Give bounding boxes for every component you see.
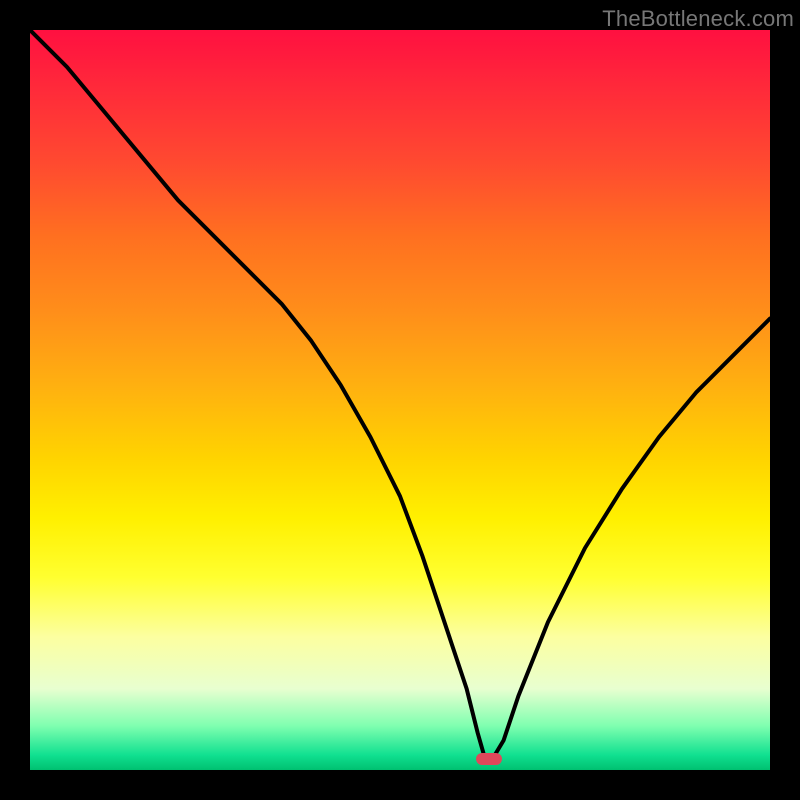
watermark-text: TheBottleneck.com — [602, 6, 794, 32]
optimum-marker — [476, 753, 502, 765]
bottleneck-curve — [30, 30, 770, 770]
